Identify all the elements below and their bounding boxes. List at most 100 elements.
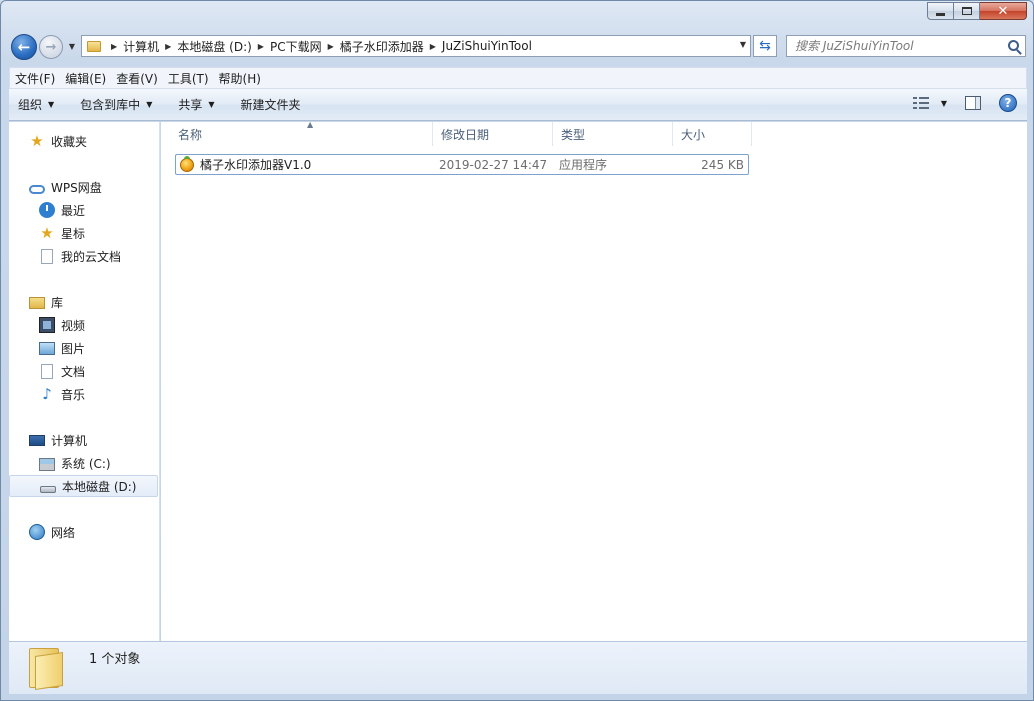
arrow-right-icon: → <box>45 39 57 55</box>
organize-label: 组织 <box>18 98 43 112</box>
preview-pane-icon[interactable] <box>965 96 981 110</box>
menu-file[interactable]: 文件(F) <box>10 70 60 87</box>
chevron-right-icon[interactable]: ▶ <box>430 42 436 51</box>
refresh-button[interactable]: ⇆ <box>753 35 777 57</box>
sort-ascending-icon: ▲ <box>307 120 314 129</box>
nav-cloud-docs-label: 我的云文档 <box>61 249 122 264</box>
music-note-icon: ♪ <box>42 385 52 403</box>
nav-starred-label: 星标 <box>61 226 86 241</box>
application-icon <box>180 155 194 172</box>
column-type[interactable]: 类型 <box>553 122 673 146</box>
item-count: 1 个对象 <box>89 652 141 667</box>
nav-wps-cloud-label: WPS网盘 <box>51 180 102 195</box>
drive-icon <box>40 485 56 493</box>
close-button[interactable]: ✕ <box>980 2 1027 20</box>
nav-libraries-label: 库 <box>51 295 64 310</box>
nav-drive-d-label: 本地磁盘 (D:) <box>62 479 137 494</box>
organize-button[interactable]: 组织 ▼ <box>9 96 63 113</box>
search-input[interactable] <box>795 39 1005 53</box>
share-button[interactable]: 共享 ▼ <box>169 96 223 113</box>
forward-button[interactable]: → <box>39 35 63 59</box>
column-name[interactable]: 名称 ▲ <box>170 120 433 146</box>
address-bar[interactable]: ▶ 计算机 ▶ 本地磁盘 (D:) ▶ PC下载网 ▶ 橘子水印添加器 ▶ Ju… <box>81 35 751 57</box>
column-modified[interactable]: 修改日期 <box>433 122 553 146</box>
star-icon: ★ <box>30 132 44 150</box>
include-in-library-label: 包含到库中 <box>80 98 141 112</box>
back-button[interactable]: ← <box>11 34 37 60</box>
recent-pages-dropdown[interactable]: ▼ <box>66 41 78 53</box>
breadcrumb-current-folder[interactable]: JuZiShuiYinTool <box>442 39 532 53</box>
file-modified: 2019-02-27 14:47 <box>439 157 548 172</box>
document-icon <box>41 248 53 264</box>
chevron-down-icon: ▼ <box>208 100 215 109</box>
breadcrumb-pc-download[interactable]: PC下载网 <box>270 38 322 55</box>
clock-icon <box>39 202 55 218</box>
chevron-down-icon: ▼ <box>940 98 947 108</box>
close-icon: ✕ <box>997 3 1009 19</box>
chevron-right-icon[interactable]: ▶ <box>165 42 171 51</box>
caption-buttons: ✕ <box>927 2 1027 20</box>
arrow-left-icon: ← <box>17 38 31 56</box>
command-bar: 组织 ▼ 包含到库中 ▼ 共享 ▼ 新建文件夹 ▼ ? <box>9 89 1027 121</box>
nav-drive-c-label: 系统 (C:) <box>61 456 111 471</box>
document-icon <box>41 363 53 379</box>
menu-help[interactable]: 帮助(H) <box>214 70 266 87</box>
nav-recent-label: 最近 <box>61 203 86 218</box>
menu-bar: 文件(F) 编辑(E) 查看(V) 工具(T) 帮助(H) <box>9 67 1027 89</box>
new-folder-label: 新建文件夹 <box>240 98 301 112</box>
nav-favorites[interactable]: ★ 收藏夹 <box>29 131 87 151</box>
nav-videos-label: 视频 <box>61 318 86 333</box>
folder-icon <box>87 40 101 52</box>
chevron-right-icon[interactable]: ▶ <box>328 42 334 51</box>
chevron-right-icon[interactable]: ▶ <box>111 42 117 51</box>
star-icon: ★ <box>40 224 54 242</box>
minimize-button[interactable] <box>927 2 954 20</box>
share-label: 共享 <box>178 98 203 112</box>
breadcrumb-juzi-watermark[interactable]: 橘子水印添加器 <box>340 38 424 55</box>
nav-drive-c[interactable]: 系统 (C:) <box>39 453 111 473</box>
change-view-button[interactable]: ▼ <box>912 97 947 109</box>
breadcrumb-computer[interactable]: 计算机 <box>123 38 159 55</box>
folder-icon <box>29 648 65 690</box>
menu-view[interactable]: 查看(V) <box>111 70 163 87</box>
maximize-icon <box>961 7 972 15</box>
chevron-down-icon: ▼ <box>146 100 153 109</box>
chevron-down-icon: ▼ <box>68 42 76 51</box>
column-name-label: 名称 <box>178 127 203 142</box>
nav-documents[interactable]: 文档 <box>39 361 85 381</box>
search-icon[interactable] <box>1008 40 1019 51</box>
breadcrumb-drive-d[interactable]: 本地磁盘 (D:) <box>177 38 251 55</box>
nav-music[interactable]: ♪ 音乐 <box>39 384 85 404</box>
nav-starred[interactable]: ★ 星标 <box>39 223 85 243</box>
nav-cloud-docs[interactable]: 我的云文档 <box>39 246 121 266</box>
new-folder-button[interactable]: 新建文件夹 <box>232 96 310 113</box>
nav-wps-cloud[interactable]: WPS网盘 <box>29 177 102 197</box>
view-list-icon <box>912 97 929 109</box>
library-icon <box>29 297 45 309</box>
chevron-right-icon[interactable]: ▶ <box>258 42 264 51</box>
column-type-label: 类型 <box>561 127 586 142</box>
nav-pictures[interactable]: 图片 <box>39 338 85 358</box>
column-size[interactable]: 大小 <box>673 122 752 146</box>
nav-libraries[interactable]: 库 <box>29 292 63 312</box>
computer-icon <box>29 435 45 446</box>
help-icon[interactable]: ? <box>999 94 1017 112</box>
nav-videos[interactable]: 视频 <box>39 315 85 335</box>
navigation-pane: ★ 收藏夹 WPS网盘 最近 ★ 星标 我的云文档 库 视频 图片 文档 ♪ 音… <box>9 122 160 641</box>
nav-computer[interactable]: 计算机 <box>29 430 87 450</box>
system-drive-icon <box>39 457 55 471</box>
maximize-button[interactable] <box>954 2 980 20</box>
include-in-library-button[interactable]: 包含到库中 ▼ <box>71 96 161 113</box>
nav-documents-label: 文档 <box>61 364 86 379</box>
address-history-dropdown[interactable]: ▼ <box>740 40 746 49</box>
network-icon <box>29 524 45 540</box>
menu-edit[interactable]: 编辑(E) <box>60 70 111 87</box>
nav-network[interactable]: 网络 <box>29 522 75 542</box>
menu-tools[interactable]: 工具(T) <box>163 70 214 87</box>
search-box[interactable] <box>786 35 1026 57</box>
nav-drive-d[interactable]: 本地磁盘 (D:) <box>9 475 158 497</box>
file-size: 245 KB <box>701 157 744 172</box>
file-row[interactable]: 橘子水印添加器V1.0 2019-02-27 14:47 应用程序 245 KB <box>175 154 749 175</box>
video-icon <box>39 317 55 333</box>
nav-recent[interactable]: 最近 <box>39 200 85 220</box>
